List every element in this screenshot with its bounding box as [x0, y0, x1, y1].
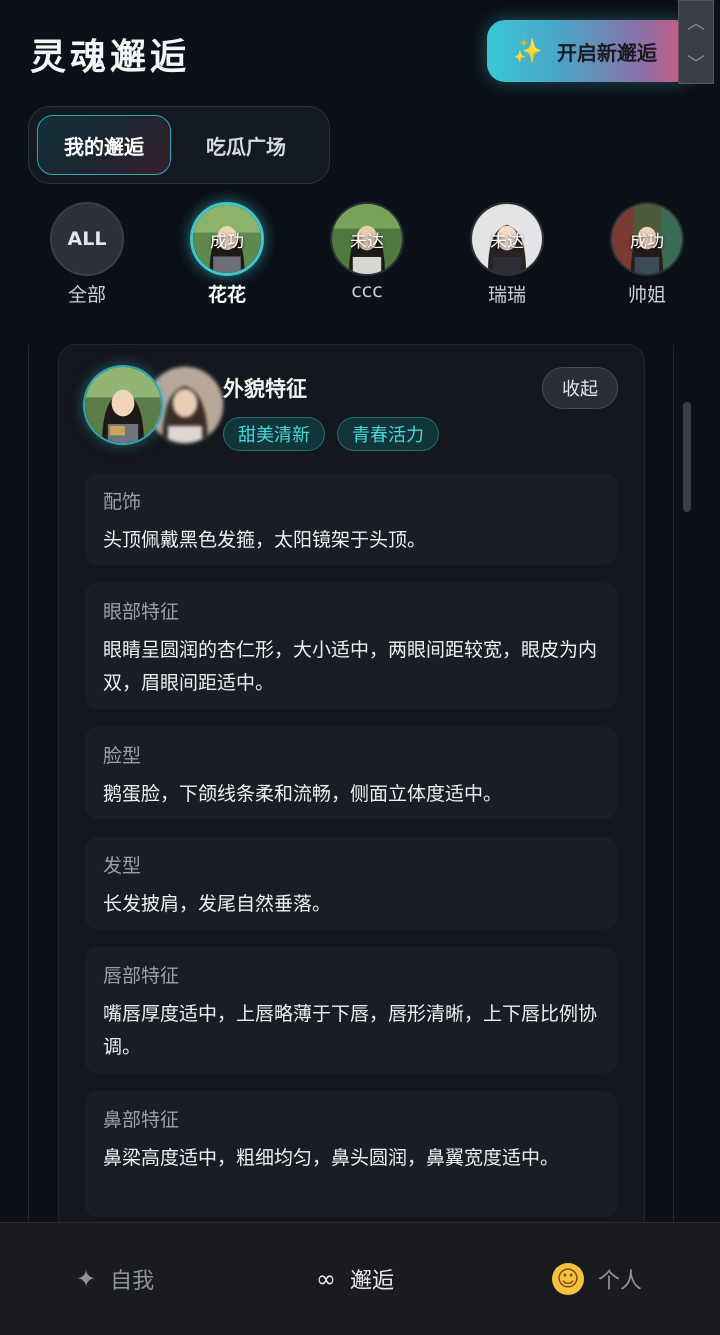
feature-accessories: 配饰 头顶佩戴黑色发箍，太阳镜架于头顶。	[85, 473, 617, 565]
person-name: 瑞瑞	[487, 284, 526, 306]
feature-label: 唇部特征	[103, 965, 180, 987]
trait-tag: 甜美清新	[223, 417, 325, 451]
person-huahua[interactable]: 成功 花花	[182, 202, 272, 307]
avatar	[83, 365, 163, 445]
person-name: 花花	[207, 284, 246, 306]
status-badge: 未达	[490, 231, 524, 252]
page-title: 灵魂邂逅	[30, 37, 191, 78]
start-new-encounter-button[interactable]: ✨ 开启新邂逅	[487, 20, 693, 82]
status-badge: 未达	[350, 231, 384, 252]
appearance-card: 外貌特征 甜美清新 青春活力 收起 配饰 头顶佩戴黑色发箍，太阳镜架于头顶。 眼…	[58, 344, 645, 1244]
person-ruirui[interactable]: 未达 瑞瑞	[462, 202, 552, 307]
infinity-icon: ∞	[316, 1265, 336, 1293]
feature-label: 鼻部特征	[103, 1109, 180, 1131]
feature-text: 眼睛呈圆润的杏仁形，大小适中，两眼间距较宽，眼皮为内双，眉眼间距适中。	[103, 639, 598, 694]
all-avatar: ALL	[50, 202, 124, 276]
scroll-down-icon[interactable]: ﹀	[687, 50, 705, 76]
feature-label: 眼部特征	[103, 601, 180, 623]
feature-text: 鼻梁高度适中，粗细均匀，鼻头圆润，鼻翼宽度适中。	[103, 1147, 560, 1169]
nav-profile[interactable]: ☺ 个人	[552, 1263, 642, 1295]
smiley-icon: ☺	[552, 1263, 584, 1295]
avatar: 成功	[610, 202, 684, 276]
nav-self[interactable]: ✦ 自我	[76, 1263, 154, 1295]
feature-text: 头顶佩戴黑色发箍，太阳镜架于头顶。	[103, 529, 427, 551]
feature-eyes: 眼部特征 眼睛呈圆润的杏仁形，大小适中，两眼间距较宽，眼皮为内双，眉眼间距适中。	[85, 583, 617, 709]
person-filter-list: ALL 全部 成功 花花 未达 ccc 未达 瑞瑞 成功 帅姐	[0, 202, 720, 312]
scrollbar-thumb[interactable]	[683, 402, 691, 512]
feature-label: 脸型	[103, 745, 142, 767]
feature-nose: 鼻部特征 鼻梁高度适中，粗细均匀，鼻头圆润，鼻翼宽度适中。	[85, 1091, 617, 1217]
card-avatar-pair	[83, 365, 225, 447]
person-ccc[interactable]: 未达 ccc	[322, 202, 412, 302]
person-name: 全部	[67, 284, 106, 306]
nav-encounter[interactable]: ∞ 邂逅	[316, 1263, 394, 1295]
start-new-encounter-label: 开启新邂逅	[556, 40, 657, 65]
collapse-button[interactable]: 收起	[542, 367, 618, 409]
nav-label: 邂逅	[350, 1269, 395, 1294]
feature-lips: 唇部特征 嘴唇厚度适中，上唇略薄于下唇，唇形清晰，上下唇比例协调。	[85, 947, 617, 1073]
avatar: 成功	[190, 202, 264, 276]
feature-text: 长发披肩，发尾自然垂落。	[103, 893, 332, 915]
person-name: ccc	[351, 280, 383, 302]
bottom-nav: ✦ 自我 ∞ 邂逅 ☺ 个人	[0, 1222, 720, 1335]
sparkle-star-icon: ✦	[76, 1265, 97, 1293]
nav-label: 自我	[110, 1269, 155, 1294]
status-badge: 成功	[630, 231, 664, 252]
feature-label: 配饰	[103, 491, 142, 513]
feature-hair: 发型 长发披肩，发尾自然垂落。	[85, 837, 617, 929]
feature-text: 嘴唇厚度适中，上唇略薄于下唇，唇形清晰，上下唇比例协调。	[103, 1003, 598, 1058]
status-badge: 成功	[210, 231, 244, 252]
person-shuaijie[interactable]: 成功 帅姐	[602, 202, 692, 307]
trait-tag: 青春活力	[337, 417, 439, 451]
tab-my-encounters[interactable]: 我的邂逅	[37, 115, 171, 175]
card-title: 外貌特征	[223, 377, 307, 401]
scrollbar-arrows[interactable]: ︿ ﹀	[678, 0, 714, 84]
avatar: 未达	[330, 202, 404, 276]
tab-gossip-square[interactable]: 吃瓜广场	[179, 115, 313, 175]
feature-text: 鹅蛋脸，下颌线条柔和流畅，侧面立体度适中。	[103, 783, 503, 805]
tag-list: 甜美清新 青春活力	[223, 417, 451, 451]
scroll-up-icon[interactable]: ︿	[687, 9, 705, 35]
feature-label: 发型	[103, 855, 142, 877]
avatar-image	[85, 367, 161, 443]
tab-switcher: 我的邂逅 吃瓜广场	[28, 106, 330, 184]
person-name: 帅姐	[627, 284, 666, 306]
avatar: 未达	[470, 202, 544, 276]
person-all[interactable]: ALL 全部	[42, 202, 132, 307]
feature-face-shape: 脸型 鹅蛋脸，下颌线条柔和流畅，侧面立体度适中。	[85, 727, 617, 819]
sparkles-icon: ✨	[513, 37, 543, 65]
nav-label: 个人	[598, 1269, 643, 1294]
